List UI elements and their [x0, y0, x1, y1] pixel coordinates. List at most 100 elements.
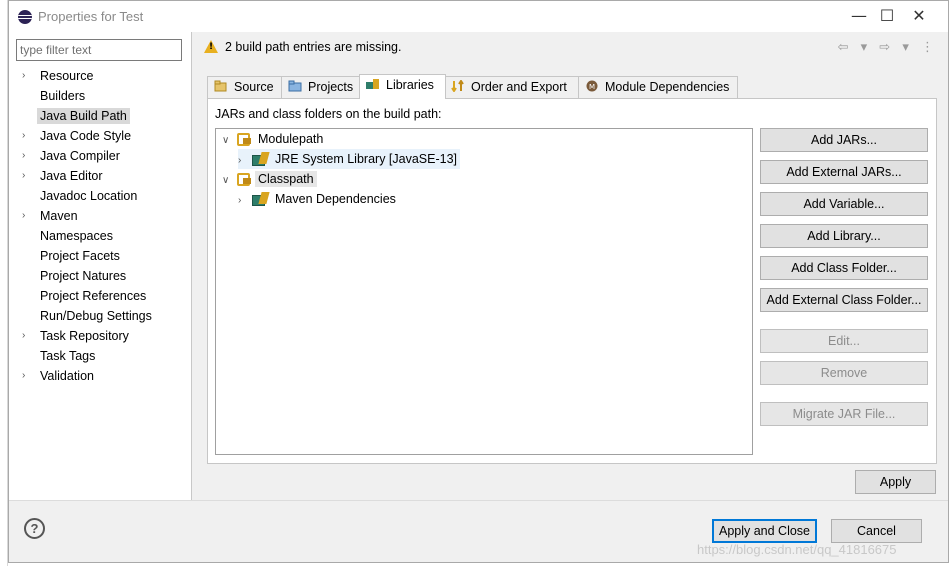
eclipse-icon	[18, 10, 32, 24]
apply-button[interactable]: Apply	[855, 470, 936, 494]
sidebar-item-label: Namespaces	[40, 229, 113, 243]
tab-label: Libraries	[386, 78, 434, 92]
background-editor-strip	[0, 0, 8, 566]
chevron-right-icon[interactable]: ›	[22, 66, 25, 86]
history-nav-icons[interactable]: ⇦ ▾ ⇨ ▾ ⋮	[838, 40, 938, 55]
sidebar-item-label: Project References	[40, 289, 147, 303]
sidebar-item-javadoc-location[interactable]: Javadoc Location	[9, 186, 191, 206]
cancel-button[interactable]: Cancel	[831, 519, 922, 543]
filter-input[interactable]	[16, 39, 182, 61]
tab-label: Projects	[308, 80, 354, 94]
sidebar-item-validation[interactable]: › Validation	[9, 366, 191, 386]
sidebar-item-project-references[interactable]: Project References	[9, 286, 191, 306]
svg-text:M: M	[589, 83, 595, 91]
tab-libraries[interactable]: Libraries	[359, 74, 446, 99]
warning-message: 2 build path entries are missing.	[225, 40, 402, 54]
source-folder-icon	[214, 80, 227, 92]
sidebar-item-resource[interactable]: › Resource	[9, 66, 191, 86]
chevron-right-icon[interactable]: ›	[22, 166, 25, 186]
library-jar-icon	[252, 192, 269, 206]
sidebar-item-label: Project Facets	[40, 249, 120, 263]
tree-node-label: Maven Dependencies	[275, 192, 396, 206]
sidebar-item-label: Java Build Path	[37, 108, 130, 124]
sidebar-item-label: Resource	[40, 69, 94, 83]
tab-source[interactable]: Source	[207, 76, 283, 98]
chevron-right-icon[interactable]: ›	[22, 146, 25, 166]
sidebar-item-java-compiler[interactable]: › Java Compiler	[9, 146, 191, 166]
sidebar-item-project-natures[interactable]: Project Natures	[9, 266, 191, 286]
sidebar-item-run-debug-settings[interactable]: Run/Debug Settings	[9, 306, 191, 326]
build-path-tree[interactable]: ∨ Modulepath › JRE System Library [JavaSE-…	[215, 128, 753, 455]
edit-button[interactable]: Edit...	[760, 329, 928, 353]
apply-and-close-button[interactable]: Apply and Close	[712, 519, 817, 543]
sidebar-item-task-repository[interactable]: › Task Repository	[9, 326, 191, 346]
libraries-panel: JARs and class folders on the build path…	[207, 98, 937, 464]
sidebar-item-java-editor[interactable]: › Java Editor	[9, 166, 191, 186]
sidebar-list: › Resource Builders Java Build Path › Java…	[9, 66, 191, 386]
help-icon[interactable]: ?	[24, 518, 45, 539]
sidebar-item-project-facets[interactable]: Project Facets	[9, 246, 191, 266]
tree-node-classpath[interactable]: ∨ Classpath	[222, 169, 317, 189]
content-pane: 2 build path entries are missing. ⇦ ▾ ⇨ …	[193, 32, 948, 500]
minimize-button[interactable]: —	[844, 5, 874, 27]
sidebar-item-label: Run/Debug Settings	[40, 309, 152, 323]
sidebar-item-label: Validation	[40, 369, 94, 383]
chevron-down-icon[interactable]: ∨	[222, 171, 236, 191]
module-icon: M	[586, 80, 598, 92]
tree-node-label: Classpath	[255, 171, 317, 187]
add-class-folder-button[interactable]: Add Class Folder...	[760, 256, 928, 280]
tab-label: Order and Export	[471, 80, 567, 94]
tab-label: Source	[234, 80, 274, 94]
add-jars-button[interactable]: Add JARs...	[760, 128, 928, 152]
add-library-button[interactable]: Add Library...	[760, 224, 928, 248]
build-path-container-icon	[236, 131, 252, 146]
tree-node-jre-system-library[interactable]: › JRE System Library [JavaSE-13]	[238, 149, 461, 171]
sidebar-item-label: Java Code Style	[40, 129, 132, 143]
sidebar-item-namespaces[interactable]: Namespaces	[9, 226, 191, 246]
tree-node-label: JRE System Library [JavaSE-13]	[275, 152, 458, 166]
chevron-down-icon[interactable]: ∨	[222, 131, 236, 151]
sidebar-item-builders[interactable]: Builders	[9, 86, 191, 106]
add-external-class-folder-button[interactable]: Add External Class Folder...	[760, 288, 928, 312]
tab-order-and-export[interactable]: Order and Export	[444, 76, 580, 98]
sidebar-item-task-tags[interactable]: Task Tags	[9, 346, 191, 366]
sidebar-item-label: Java Compiler	[40, 149, 120, 163]
chevron-right-icon[interactable]: ›	[22, 326, 25, 346]
chevron-right-icon[interactable]: ›	[22, 206, 25, 226]
order-export-icon	[451, 80, 464, 92]
project-folder-icon	[288, 80, 302, 92]
maximize-button[interactable]: ☐	[872, 5, 902, 27]
properties-dialog: Properties for Test — ☐ ✕ › Resource Buil…	[8, 0, 949, 563]
sidebar-item-label: Maven	[40, 209, 78, 223]
warning-icon	[204, 40, 218, 53]
sidebar-item-label: Task Tags	[40, 349, 96, 363]
chevron-right-icon[interactable]: ›	[238, 151, 252, 171]
sidebar: › Resource Builders Java Build Path › Java…	[9, 32, 192, 500]
window-title: Properties for Test	[38, 9, 144, 24]
sidebar-item-maven[interactable]: › Maven	[9, 206, 191, 226]
chevron-right-icon[interactable]: ›	[22, 126, 25, 146]
message-bar: 2 build path entries are missing. ⇦ ▾ ⇨ …	[193, 32, 948, 66]
remove-button[interactable]: Remove	[760, 361, 928, 385]
tab-module-dependencies[interactable]: M Module Dependencies	[578, 76, 738, 98]
tab-projects[interactable]: Projects	[281, 76, 361, 98]
tab-label: Module Dependencies	[605, 80, 730, 94]
sidebar-item-java-code-style[interactable]: › Java Code Style	[9, 126, 191, 146]
add-external-jars-button[interactable]: Add External JARs...	[760, 160, 928, 184]
tree-node-maven-dependencies[interactable]: › Maven Dependencies	[238, 189, 399, 209]
build-path-label: JARs and class folders on the build path…	[215, 107, 442, 121]
chevron-right-icon[interactable]: ›	[22, 366, 25, 386]
sidebar-item-label: Task Repository	[40, 329, 129, 343]
tree-node-modulepath[interactable]: ∨ Modulepath	[222, 129, 326, 149]
sidebar-item-label: Builders	[40, 89, 86, 103]
sidebar-item-label: Javadoc Location	[40, 189, 138, 203]
library-icon	[366, 79, 379, 89]
build-path-container-icon	[236, 171, 252, 186]
add-variable-button[interactable]: Add Variable...	[760, 192, 928, 216]
sidebar-item-java-build-path[interactable]: Java Build Path	[9, 106, 191, 126]
chevron-right-icon[interactable]: ›	[238, 191, 252, 211]
close-button[interactable]: ✕	[904, 5, 934, 27]
watermark: https://blog.csdn.net/qq_41816675	[697, 542, 897, 557]
migrate-jar-button[interactable]: Migrate JAR File...	[760, 402, 928, 426]
sidebar-item-label: Project Natures	[40, 269, 127, 283]
